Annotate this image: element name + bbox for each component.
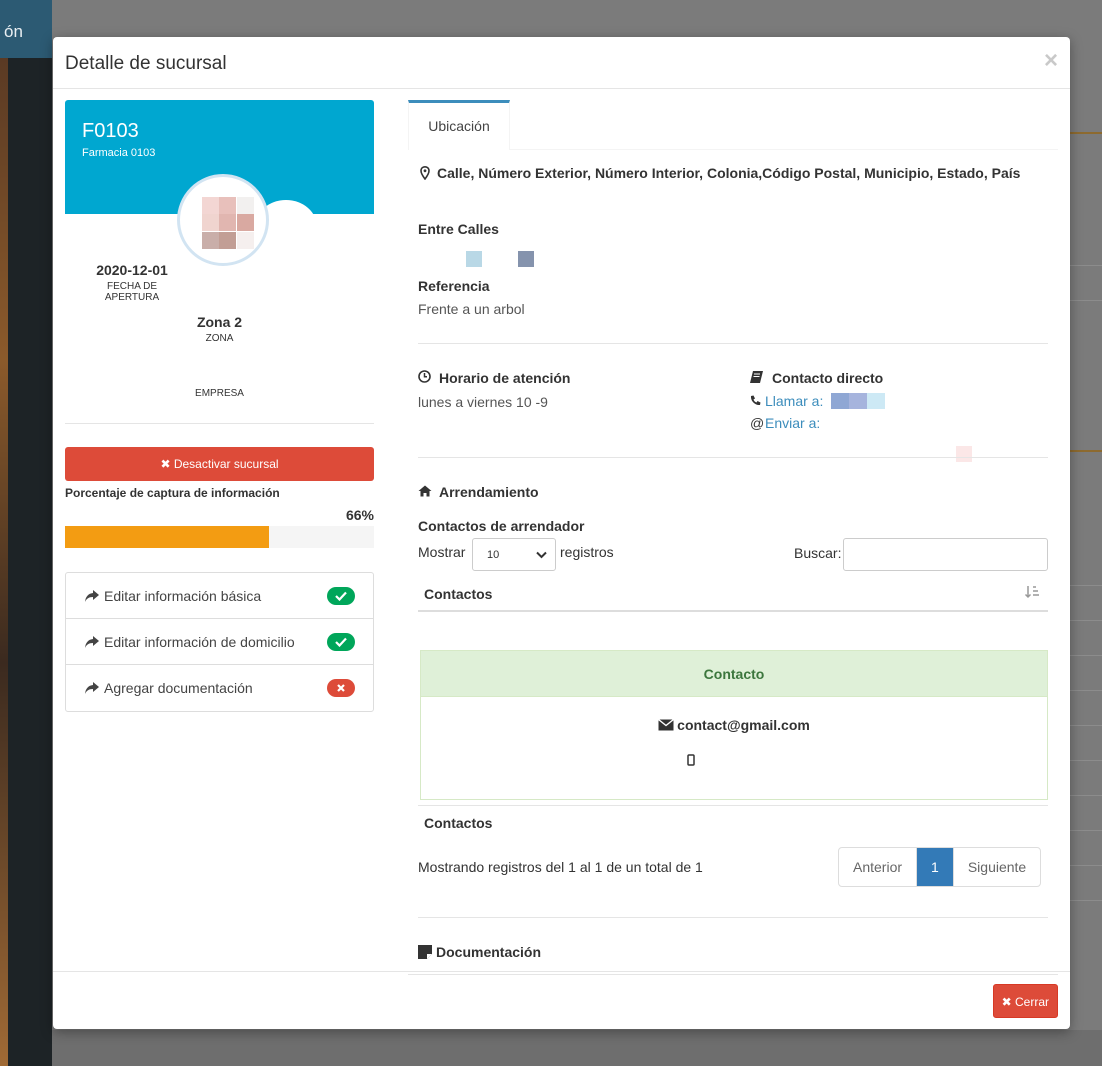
task-label: Agregar documentación <box>104 680 253 696</box>
backdrop-topbar: ón <box>0 0 52 58</box>
backdrop-footer <box>52 1030 1102 1066</box>
opening-date-value: 2020-12-01 <box>96 262 168 278</box>
edit-address-info-link[interactable]: Editar información de domicilio <box>66 619 373 665</box>
redacted-value <box>466 251 482 267</box>
records-label: registros <box>560 544 614 560</box>
divider <box>418 805 1048 806</box>
redacted-value <box>831 393 849 409</box>
contact-email: contact@gmail.com <box>677 717 810 733</box>
zone-value: Zona 2 <box>196 314 243 330</box>
task-label: Editar información de domicilio <box>104 633 295 650</box>
progress-bar <box>65 526 374 548</box>
progress-percent: 66% <box>345 507 374 523</box>
avatar <box>177 174 269 266</box>
company-stat: EMPRESA <box>65 385 374 399</box>
zone-label: ZONA <box>205 333 234 344</box>
documentation-title: Documentación <box>436 944 542 960</box>
sticky-note-icon <box>418 945 432 959</box>
branch-name: Farmacia 0103 <box>82 147 156 159</box>
show-label: Mostrar <box>418 544 466 560</box>
redacted-value <box>849 393 867 409</box>
redacted-value <box>518 251 534 267</box>
backdrop-sidebar: ón <box>0 0 52 1066</box>
divider <box>418 343 1048 344</box>
branch-code: F0103 <box>82 120 139 142</box>
lease-title: Arrendamiento <box>439 484 539 500</box>
location-panel: Ubicación Calle, Número Exterior, Número… <box>408 100 1058 975</box>
tab-location[interactable]: Ubicación <box>408 100 510 150</box>
at-sign-icon: @ <box>750 415 765 431</box>
progress-bar-fill <box>65 526 269 548</box>
share-arrow-icon <box>85 635 99 648</box>
avatar-image <box>202 197 254 249</box>
direct-contact-label: Contacto directo <box>772 370 884 386</box>
map-marker-icon <box>420 166 430 180</box>
between-streets-label: Entre Calles <box>418 221 499 237</box>
add-documentation-link[interactable]: Agregar documentación <box>66 665 373 711</box>
contact-email-row: contact@gmail.com <box>421 717 1047 733</box>
divider <box>418 917 1048 918</box>
contacts-footer-header: Contactos <box>424 815 493 831</box>
tab-bar: Ubicación <box>408 100 1058 150</box>
close-icon[interactable]: × <box>1044 47 1058 75</box>
reference-value: Frente a un arbol <box>418 301 525 317</box>
divider <box>418 457 1048 458</box>
book-icon <box>750 371 763 383</box>
envelope-icon <box>658 718 675 731</box>
contact-card-title: Contacto <box>421 651 1047 697</box>
page-size-value: 10 <box>487 549 500 561</box>
reference-label: Referencia <box>418 278 490 294</box>
progress-label: Porcentaje de captura de información <box>65 486 280 500</box>
share-arrow-icon <box>85 682 99 694</box>
home-icon <box>418 485 432 497</box>
address-text: Calle, Número Exterior, Número Interior,… <box>437 165 1021 181</box>
mobile-phone-icon <box>687 754 695 766</box>
task-label: Editar información básica <box>104 587 262 604</box>
sort-icon[interactable] <box>1024 584 1040 600</box>
close-button[interactable]: ✖ Cerrar <box>992 984 1058 1018</box>
clock-icon <box>418 370 431 383</box>
backdrop-topbar-text: ón <box>4 22 23 41</box>
modal-title: Detalle de sucursal <box>65 53 227 74</box>
check-icon <box>327 587 355 605</box>
hours-value: lunes a viernes 10 -9 <box>418 394 548 410</box>
opening-date-stat: 2020-12-01 FECHA DE APERTURA <box>79 262 185 303</box>
pager-next[interactable]: Siguiente <box>954 848 1040 886</box>
search-label: Buscar: <box>794 545 842 561</box>
company-label: EMPRESA <box>195 388 244 399</box>
email-link[interactable]: Enviar a: <box>765 415 820 431</box>
modal-footer: ✖ Cerrar <box>53 971 1070 1029</box>
chevron-down-icon <box>536 551 547 559</box>
call-link[interactable]: Llamar a: <box>765 393 823 409</box>
task-list: Editar información básica Editar informa… <box>65 572 374 712</box>
backdrop-photo <box>0 58 8 1066</box>
opening-date-label: FECHA DE APERTURA <box>104 281 160 303</box>
contacts-column-header: Contactos <box>424 586 493 602</box>
page-size-select[interactable]: 10 <box>472 538 556 571</box>
lessor-contacts-title: Contactos de arrendador <box>418 518 585 534</box>
search-input[interactable] <box>843 538 1048 571</box>
zone-stat: Zona 2 ZONA <box>65 314 374 344</box>
pagination-info: Mostrando registros del 1 al 1 de un tot… <box>418 859 703 875</box>
divider <box>65 423 374 424</box>
edit-basic-info-link[interactable]: Editar información básica <box>66 573 373 619</box>
redacted-value <box>956 446 972 462</box>
deactivate-branch-button[interactable]: ✖ Desactivar sucursal <box>65 447 374 481</box>
contact-card: Contacto contact@gmail.com <box>420 650 1048 800</box>
phone-icon <box>750 395 761 406</box>
pager-page-1[interactable]: 1 <box>917 848 954 886</box>
check-icon <box>327 633 355 651</box>
contacts-table-header: Contactos <box>418 576 1048 612</box>
share-arrow-icon <box>85 589 99 602</box>
x-icon <box>327 679 355 697</box>
branch-detail-modal: Detalle de sucursal × F0103 Farmacia 010… <box>53 37 1070 1029</box>
redacted-value <box>867 393 885 409</box>
pager-previous[interactable]: Anterior <box>839 848 918 886</box>
hours-label: Horario de atención <box>439 370 571 386</box>
pagination: Anterior 1 Siguiente <box>838 847 1042 887</box>
modal-header: Detalle de sucursal × <box>53 37 1070 89</box>
